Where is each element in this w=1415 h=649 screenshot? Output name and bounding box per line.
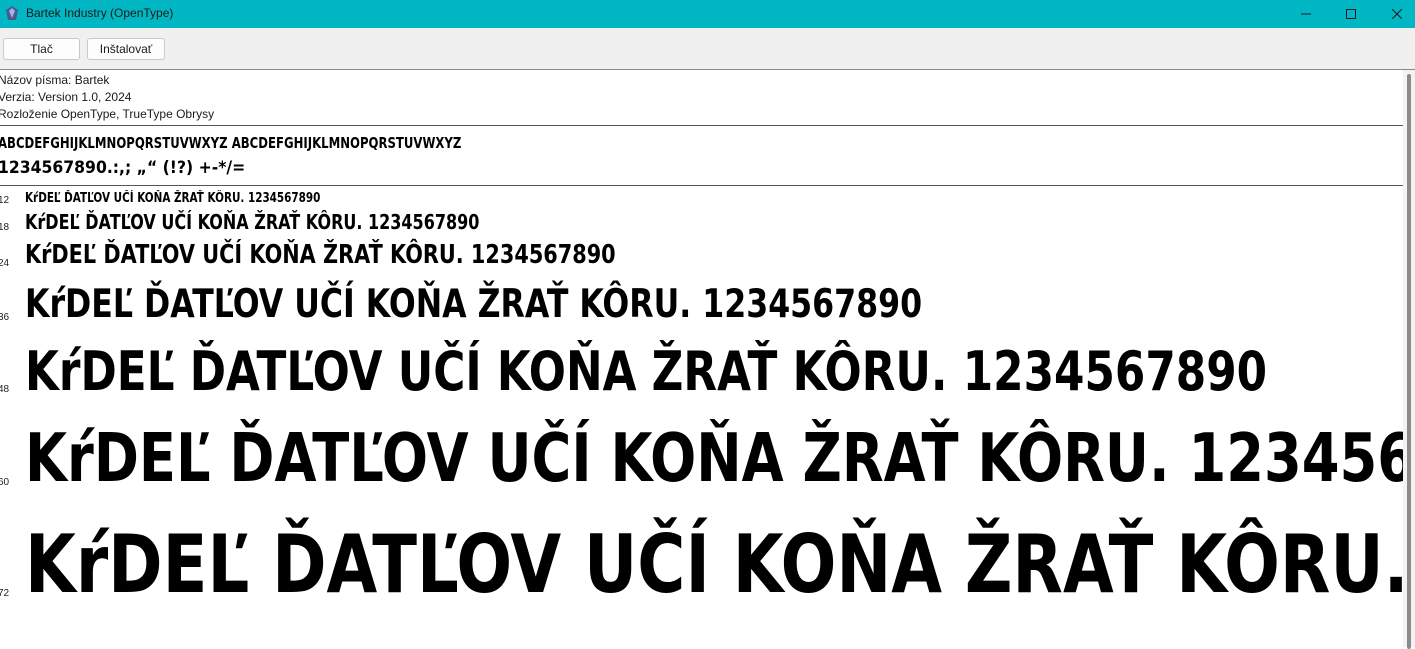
divider	[0, 125, 1403, 126]
sample-line-72: KŕDEĽ ĎATĽOV UČÍ KOŇA ŽRAŤ KÔRU. 1234567…	[25, 518, 1403, 611]
divider	[0, 185, 1403, 186]
size-label-60: 60	[0, 477, 10, 488]
font-layout-line: Rozloženie OpenType, TrueType Obrysy	[0, 107, 215, 121]
minimize-button[interactable]	[1283, 0, 1329, 28]
size-label-18: 18	[0, 222, 10, 233]
charset-digits: 1234567890.:,; „“ (!?) +-*/=	[0, 158, 246, 178]
sample-line-12: KŕDEĽ ĎATĽOV UČÍ KOŇA ŽRAŤ KÔRU. 1234567…	[25, 191, 321, 206]
maximize-button[interactable]	[1328, 0, 1374, 28]
font-version-line: Verzia: Version 1.0, 2024	[0, 90, 132, 104]
sample-line-24: KŕDEĽ ĎATĽOV UČÍ KOŇA ŽRAŤ KÔRU. 1234567…	[25, 240, 616, 270]
size-label-72: 72	[0, 588, 10, 599]
maximize-icon	[1346, 9, 1356, 19]
print-button[interactable]: Tlač	[3, 38, 80, 60]
size-label-36: 36	[0, 312, 10, 323]
sample-line-48: KŕDEĽ ĎATĽOV UČÍ KOŇA ŽRAŤ KÔRU. 1234567…	[25, 340, 1268, 403]
toolbar: Tlač Inštalovať	[0, 28, 1415, 70]
size-label-24: 24	[0, 258, 10, 269]
window-title: Bartek Industry (OpenType)	[26, 6, 174, 20]
close-button[interactable]	[1374, 0, 1415, 28]
sample-line-60: KŕDEĽ ĎATĽOV UČÍ KOŇA ŽRAŤ KÔRU. 1234567…	[25, 419, 1403, 497]
size-label-12: 12	[0, 195, 10, 206]
font-name-line: Názov písma: Bartek	[0, 73, 110, 87]
install-button[interactable]: Inštalovať	[87, 38, 165, 60]
close-icon	[1392, 9, 1402, 19]
title-bar: Bartek Industry (OpenType)	[0, 0, 1415, 28]
font-app-icon	[6, 6, 18, 20]
minimize-icon	[1301, 13, 1311, 15]
vertical-scrollbar[interactable]	[1403, 70, 1415, 649]
size-label-48: 48	[0, 384, 10, 395]
sample-line-18: KŕDEĽ ĎATĽOV UČÍ KOŇA ŽRAŤ KÔRU. 1234567…	[25, 210, 480, 234]
font-preview-area: Názov písma: Bartek Verzia: Version 1.0,…	[0, 70, 1403, 647]
charset-letters: ABCDEFGHIJKLMNOPQRSTUVWXYZ ABCDEFGHIJKLM…	[0, 134, 462, 152]
sample-line-36: KŕDEĽ ĎATĽOV UČÍ KOŇA ŽRAŤ KÔRU. 1234567…	[25, 282, 923, 327]
scrollbar-thumb[interactable]	[1407, 74, 1411, 649]
